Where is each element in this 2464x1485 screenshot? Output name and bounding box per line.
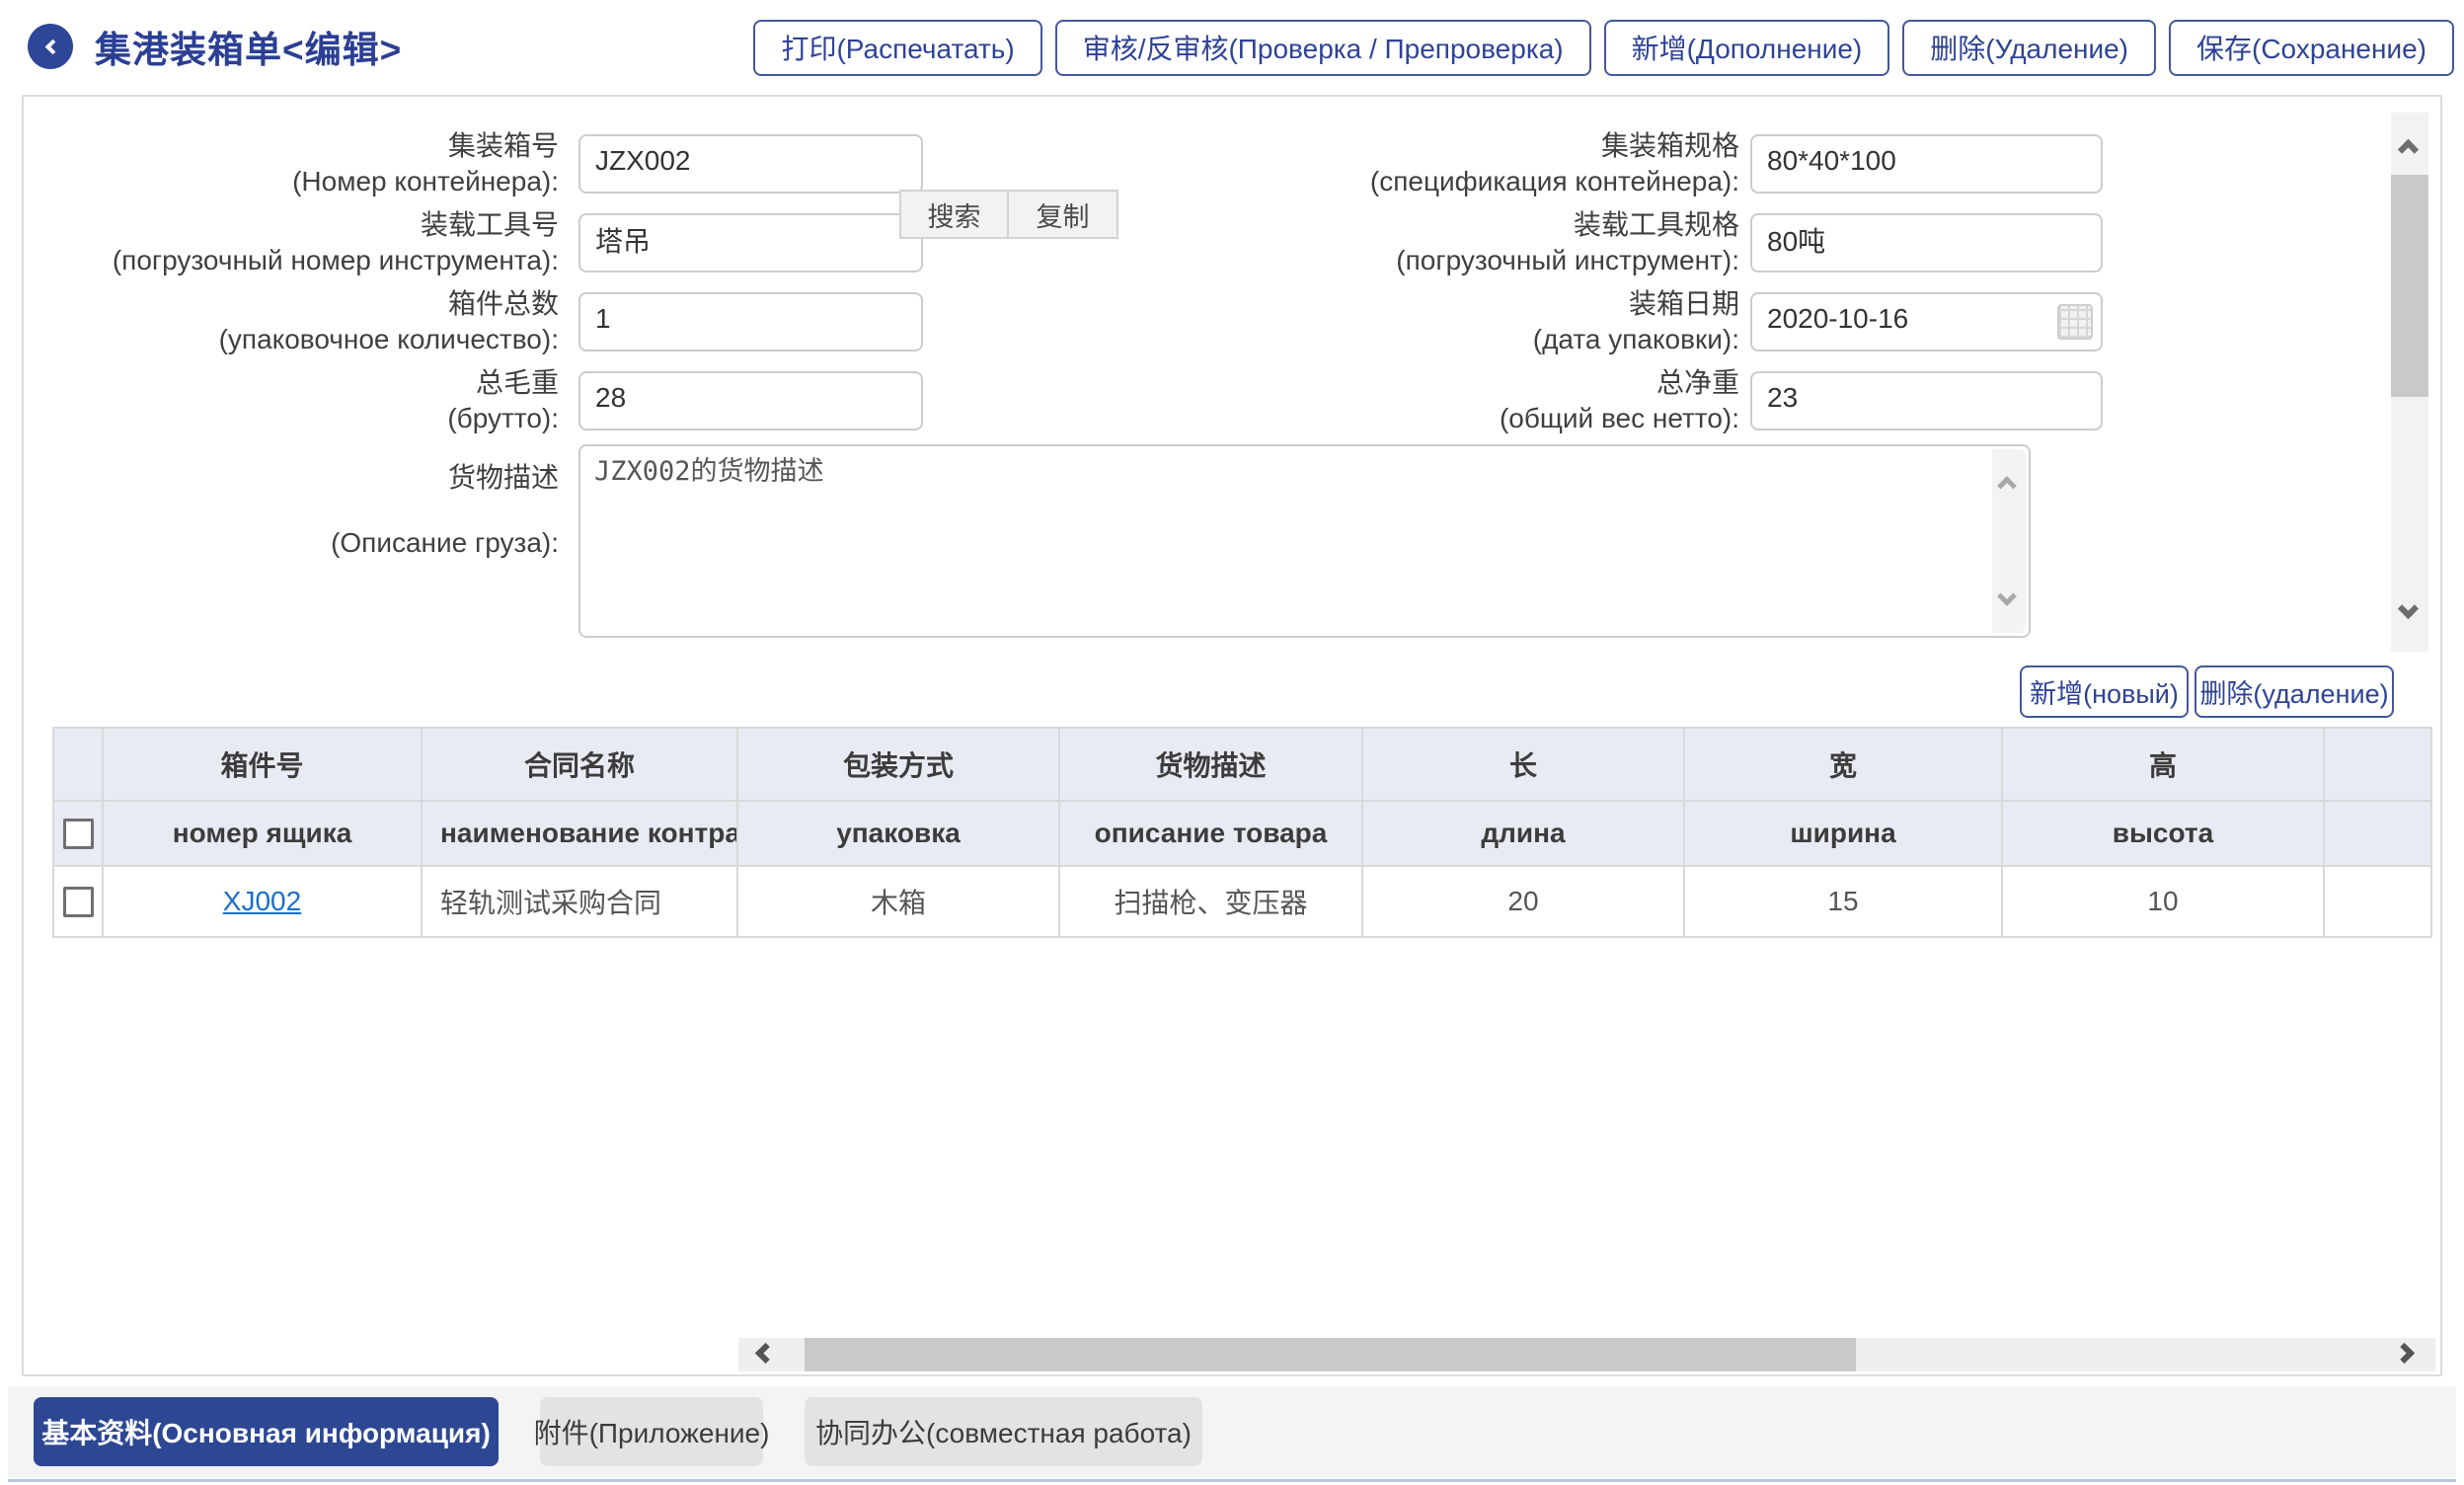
desc-cell: 扫描枪、变压器 bbox=[1059, 866, 1362, 937]
tab-basic-info[interactable]: 基本资料(Основная информация) bbox=[34, 1397, 499, 1466]
detail-delete-button[interactable]: 删除(удаление) bbox=[2194, 665, 2394, 718]
col-contract-zh: 合同名称 bbox=[422, 728, 737, 801]
col-width-zh: 宽 bbox=[1684, 728, 2002, 801]
col-box-no-zh: 箱件号 bbox=[103, 728, 422, 801]
scroll-right-icon[interactable] bbox=[2394, 1343, 2415, 1364]
select-col-header bbox=[53, 728, 103, 801]
net-weight-label: 总净重 (общий вес нетто): bbox=[1204, 365, 1739, 436]
tab-attachment[interactable]: 附件(Приложение) bbox=[540, 1397, 763, 1466]
delete-button[interactable]: 删除(Удаление) bbox=[1902, 20, 2156, 76]
form-row-gross-weight: 总毛重 (брутто): bbox=[24, 365, 923, 436]
container-spec-label: 集装箱规格 (спецификация контейнера): bbox=[1204, 128, 1739, 199]
packing-cell: 木箱 bbox=[737, 866, 1059, 937]
loading-tool-spec-input[interactable] bbox=[1750, 213, 2103, 273]
main-panel: 集装箱号 (Номер контейнера): 装载工具号 (погрузоч… bbox=[22, 95, 2442, 1376]
col-empty bbox=[2324, 801, 2431, 866]
page-title: 集港装箱单<编辑> bbox=[95, 20, 402, 73]
height-cell: 10 bbox=[2002, 866, 2324, 937]
col-desc-zh: 货物描述 bbox=[1059, 728, 1362, 801]
header-actions: 打印(Распечатать) 审核/反审核(Проверка / Препро… bbox=[753, 18, 2454, 76]
form-row-cargo-desc: 货物描述 (Описание груза): JZX002的货物描述 bbox=[24, 444, 2031, 638]
scroll-up-icon[interactable] bbox=[1997, 476, 2017, 496]
box-no-link[interactable]: XJ002 bbox=[223, 886, 301, 916]
copy-button[interactable]: 复制 bbox=[1009, 190, 1118, 239]
box-total-input[interactable] bbox=[578, 292, 923, 352]
table-header-ru: номер ящика наименование контракта упако… bbox=[53, 801, 2431, 866]
net-weight-input[interactable] bbox=[1750, 371, 2103, 430]
row-checkbox[interactable] bbox=[63, 887, 94, 917]
cargo-desc-textarea[interactable]: JZX002的货物描述 bbox=[578, 444, 2031, 638]
col-height-ru: высота bbox=[2002, 801, 2324, 866]
form-row-net-weight: 总净重 (общий вес нетто): bbox=[1204, 365, 2103, 436]
scroll-up-icon[interactable] bbox=[2398, 139, 2419, 160]
packing-date-input[interactable] bbox=[1750, 292, 2103, 352]
scrollbar-thumb[interactable] bbox=[805, 1338, 1856, 1371]
scroll-down-icon[interactable] bbox=[1997, 586, 2017, 606]
search-button[interactable]: 搜索 bbox=[899, 190, 1009, 239]
col-contract-ru: наименование контракта bbox=[422, 801, 737, 866]
col-box-no-ru: номер ящика bbox=[103, 801, 422, 866]
col-desc-ru: описание товара bbox=[1059, 801, 1362, 866]
audit-button[interactable]: 审核/反审核(Проверка / Препроверка) bbox=[1055, 20, 1591, 76]
loading-tool-no-label: 装载工具号 (погрузочный номер инструмента): bbox=[24, 207, 559, 278]
detail-add-button[interactable]: 新增(новый) bbox=[2020, 665, 2189, 718]
gross-weight-input[interactable] bbox=[578, 371, 923, 430]
table-row: XJ002 轻轨测试采购合同 木箱 扫描枪、变压器 20 15 10 bbox=[53, 866, 2431, 937]
scrollbar-thumb[interactable] bbox=[2391, 175, 2428, 397]
form-row-loading-tool-no: 装载工具号 (погрузочный номер инструмента): bbox=[24, 207, 923, 278]
col-packing-ru: упаковка bbox=[737, 801, 1059, 866]
col-packing-zh: 包装方式 bbox=[737, 728, 1059, 801]
form-row-packing-date: 装箱日期 (дата упаковки): bbox=[1204, 286, 2103, 357]
save-button[interactable]: 保存(Сохранение) bbox=[2169, 20, 2454, 76]
cargo-desc-label: 货物描述 (Описание груза): bbox=[24, 444, 559, 561]
container-spec-input[interactable] bbox=[1750, 134, 2103, 194]
form-row-container-spec: 集装箱规格 (спецификация контейнера): bbox=[1204, 128, 2103, 199]
boxes-table: 箱件号 合同名称 包装方式 货物描述 长 宽 高 номер ящика наи… bbox=[52, 727, 2432, 938]
col-length-ru: длина bbox=[1362, 801, 1684, 866]
print-button[interactable]: 打印(Распечатать) bbox=[753, 20, 1041, 76]
box-total-label: 箱件总数 (упаковочное количество): bbox=[24, 286, 559, 357]
width-cell: 15 bbox=[1684, 866, 2002, 937]
chevron-left-icon bbox=[44, 39, 60, 54]
container-no-input[interactable] bbox=[578, 134, 923, 194]
bottom-divider bbox=[8, 1479, 2456, 1482]
form-row-loading-tool-spec: 装载工具规格 (погрузочный инструмент): bbox=[1204, 207, 2103, 278]
col-length-zh: 长 bbox=[1362, 728, 1684, 801]
container-no-label: 集装箱号 (Номер контейнера): bbox=[24, 128, 559, 199]
add-button[interactable]: 新增(Дополнение) bbox=[1604, 20, 1890, 76]
tab-collaboration[interactable]: 协同办公(совместная работа) bbox=[805, 1397, 1202, 1466]
container-lookup-buttons: 搜索 复制 bbox=[899, 190, 1118, 239]
loading-tool-spec-label: 装载工具规格 (погрузочный инструмент): bbox=[1204, 207, 1739, 278]
table-header-zh: 箱件号 合同名称 包装方式 货物描述 长 宽 高 bbox=[53, 728, 2431, 801]
scroll-left-icon[interactable] bbox=[755, 1343, 776, 1364]
contract-cell: 轻轨测试采购合同 bbox=[422, 866, 737, 937]
bottom-tab-bar: 基本资料(Основная информация) 附件(Приложение)… bbox=[8, 1386, 2456, 1477]
form-row-box-total: 箱件总数 (упаковочное количество): bbox=[24, 286, 923, 357]
empty-cell bbox=[2324, 866, 2431, 937]
col-width-ru: ширина bbox=[1684, 801, 2002, 866]
packing-date-label: 装箱日期 (дата упаковки): bbox=[1204, 286, 1739, 357]
col-empty bbox=[2324, 728, 2431, 801]
form-vertical-scrollbar[interactable] bbox=[2391, 113, 2428, 652]
row-select-cell bbox=[53, 866, 103, 937]
page: 集港装箱单<编辑> 打印(Распечатать) 审核/反审核(Проверк… bbox=[0, 0, 2464, 1485]
box-no-cell: XJ002 bbox=[103, 866, 422, 937]
top-bar: 集港装箱单<编辑> 打印(Распечатать) 审核/反审核(Проверк… bbox=[0, 0, 2464, 93]
select-all-checkbox[interactable] bbox=[63, 819, 94, 849]
length-cell: 20 bbox=[1362, 866, 1684, 937]
calendar-icon[interactable] bbox=[2057, 304, 2093, 340]
scroll-down-icon[interactable] bbox=[2398, 598, 2419, 619]
select-all-cell bbox=[53, 801, 103, 866]
textarea-scrollbar[interactable] bbox=[1992, 449, 2026, 633]
table-horizontal-scrollbar[interactable] bbox=[738, 1338, 2435, 1371]
col-height-zh: 高 bbox=[2002, 728, 2324, 801]
back-button[interactable] bbox=[28, 24, 73, 69]
form-row-container-no: 集装箱号 (Номер контейнера): bbox=[24, 128, 923, 199]
loading-tool-no-input[interactable] bbox=[578, 213, 923, 273]
gross-weight-label: 总毛重 (брутто): bbox=[24, 365, 559, 436]
